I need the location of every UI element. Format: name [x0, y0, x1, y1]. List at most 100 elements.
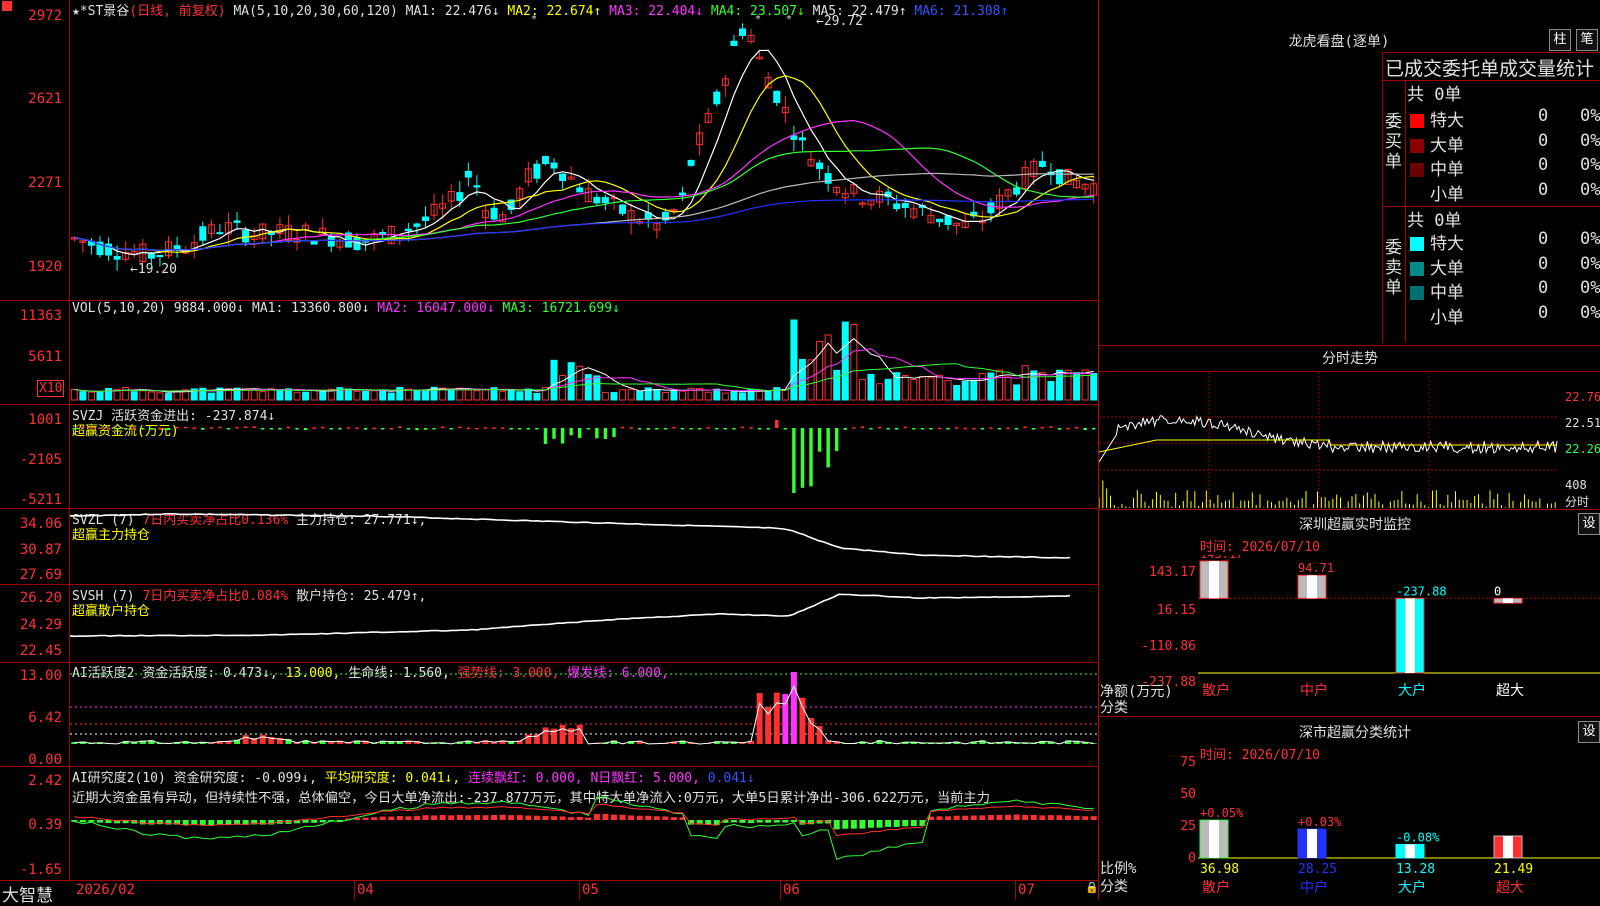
retail-holding-chart[interactable]	[70, 584, 1098, 662]
candle-body	[380, 233, 386, 235]
main-holding-chart[interactable]	[70, 508, 1098, 584]
flow-bar	[1075, 427, 1078, 429]
volume-bar	[859, 379, 865, 400]
candle-body	[491, 208, 497, 219]
volume-bar	[1014, 385, 1020, 400]
research-chart[interactable]	[70, 766, 1098, 880]
flow-bar	[347, 427, 350, 429]
activity-bar	[791, 672, 797, 744]
fund-flow-chart[interactable]	[70, 404, 1098, 508]
flow-bar	[355, 428, 358, 430]
monitor-value: 0	[1494, 584, 1501, 598]
intraday-chart[interactable]	[1099, 372, 1564, 508]
candle-body	[825, 174, 831, 184]
ma-line	[74, 76, 1093, 253]
volume-bar	[979, 374, 985, 400]
stats-vsep	[1405, 80, 1406, 342]
candle-body	[902, 204, 908, 208]
flow-bar	[989, 427, 992, 429]
flow-bar	[552, 428, 555, 439]
holding-line	[70, 514, 1070, 558]
monitor-settings-button[interactable]: 设	[1578, 513, 1600, 535]
research-bar	[885, 820, 891, 827]
fs-unit: 分时	[1565, 493, 1589, 510]
class-bar-chart[interactable]: +0.05%36.98散户+0.03%28.25中户-0.08%13.28大户2…	[1198, 760, 1600, 900]
flow-bar	[484, 427, 487, 429]
stat-row: 小单00%	[1410, 303, 1600, 328]
row-name: 大单	[1430, 259, 1464, 279]
research-bar	[971, 815, 977, 820]
flow-bar	[964, 428, 967, 430]
monitor-time: 时间: 2026/07/10	[1200, 536, 1320, 555]
y-tick-svzl-3: 27.69	[0, 567, 62, 583]
volume-bar	[919, 376, 925, 400]
stat-row: 特大00%	[1410, 229, 1600, 254]
flow-bar	[895, 428, 898, 430]
activity-bar	[765, 707, 771, 744]
volume-bar	[131, 392, 137, 400]
class-settings-button[interactable]: 设	[1578, 721, 1600, 743]
ma-line	[74, 148, 1093, 250]
candle-body	[311, 241, 317, 244]
flow-bar	[672, 427, 675, 429]
candle-body	[937, 219, 943, 221]
research-bar	[320, 820, 326, 822]
candle-body	[200, 227, 206, 240]
flow-bar	[766, 428, 769, 430]
sell-head: 共 0单	[1407, 206, 1461, 231]
lock-icon[interactable]: 🔒	[1085, 881, 1099, 894]
candlestick-chart[interactable]	[70, 0, 1098, 300]
candle-body	[457, 193, 463, 201]
volume-bar	[722, 393, 728, 400]
flow-bar	[527, 428, 530, 430]
flow-bar	[955, 427, 958, 429]
row-name: 小单	[1430, 308, 1464, 328]
volume-bar	[414, 391, 420, 400]
flow-bar	[150, 428, 153, 430]
flow-bar	[689, 428, 692, 430]
flow-bar	[578, 428, 581, 438]
flow-bar	[372, 428, 375, 430]
research-bar	[1065, 816, 1071, 820]
flow-bar	[612, 428, 615, 437]
flow-bar	[115, 428, 118, 430]
row-pct: 0%	[1580, 303, 1600, 323]
monitor-bar-chart[interactable]: 143.17散户94.71中户-237.88大户0超大	[1198, 555, 1600, 715]
volume-bar	[320, 391, 326, 400]
research-bar	[962, 816, 968, 820]
flow-bar	[158, 428, 161, 430]
research-bar	[157, 820, 163, 824]
research-bar	[440, 815, 446, 820]
activity-chart[interactable]	[70, 662, 1098, 766]
class-xlabel: 分类	[1100, 876, 1128, 896]
activity-bar	[577, 725, 583, 744]
class-value: 13.28	[1396, 862, 1435, 877]
research-bar	[1082, 816, 1088, 820]
volume-bar	[662, 392, 668, 400]
date-axis[interactable]: 大智慧 2026/02 04 05 06 07 🔒	[0, 881, 1098, 900]
volume-chart[interactable]	[70, 300, 1098, 404]
research-bar	[397, 816, 403, 820]
volume-bar	[106, 388, 112, 400]
monitor-bar-shine	[1405, 598, 1415, 673]
y-tick-svzl-2: 30.87	[0, 542, 62, 558]
research-bar	[954, 816, 960, 820]
bar-mode-button[interactable]: 柱	[1549, 29, 1571, 51]
activity-bar	[774, 693, 780, 744]
volume-bar	[1031, 371, 1037, 400]
research-bar	[945, 816, 951, 820]
color-swatch	[1410, 188, 1424, 202]
flow-bar	[270, 428, 273, 430]
candle-body	[739, 29, 745, 36]
y-tick-svzj-2: -2105	[0, 452, 62, 468]
vol-unit-badge[interactable]: X10	[37, 380, 64, 397]
flow-bar	[432, 428, 435, 430]
research-bar	[868, 820, 874, 828]
buy-head: 共 0单	[1407, 80, 1461, 105]
flow-bar	[561, 428, 564, 444]
color-swatch	[1410, 139, 1424, 153]
research-bar	[628, 815, 634, 820]
flow-bar	[424, 428, 427, 430]
row-pct: 0%	[1580, 229, 1600, 249]
tick-mode-button[interactable]: 笔	[1576, 29, 1598, 51]
